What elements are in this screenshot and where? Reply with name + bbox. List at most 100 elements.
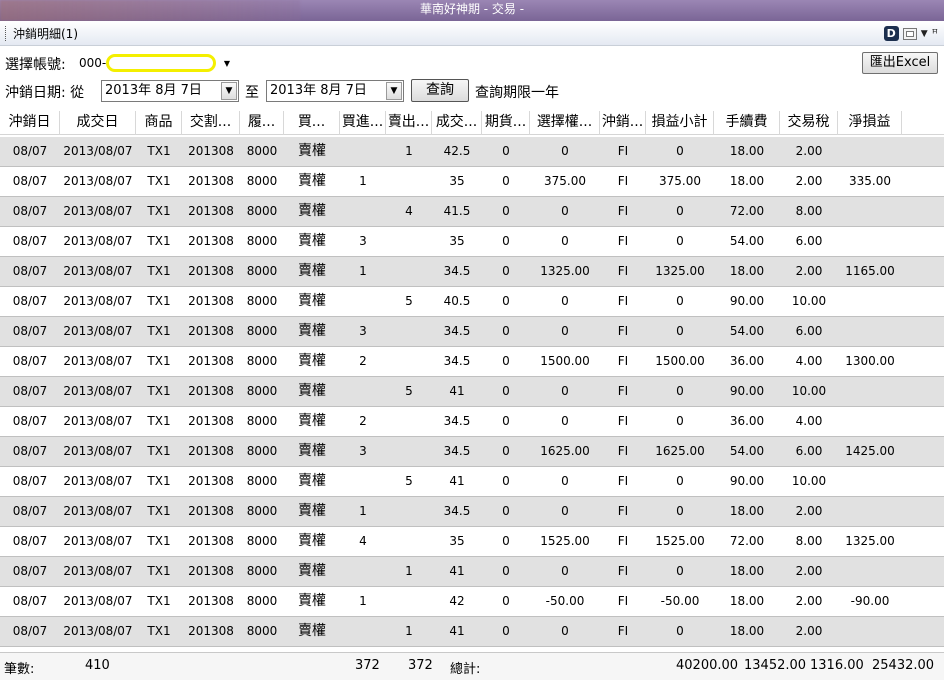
table-row[interactable]: 08/07 2013/08/07 TX1 201308 8000 賣權 3 35 0 0 FI 0 54…	[0, 227, 944, 257]
cell-futures-pnl: 0	[502, 174, 510, 188]
col-header-product[interactable]: 商品	[136, 111, 182, 135]
cell-put-call: 賣權	[298, 203, 326, 219]
cell-put-call: 賣權	[298, 533, 326, 549]
d-app-icon[interactable]: D	[883, 26, 899, 41]
cell-product: TX1	[147, 354, 171, 368]
col-header-trade-price[interactable]: 成交...	[432, 111, 482, 135]
pin-icon[interactable]: ꟸ	[932, 27, 938, 40]
cell-fee: 18.00	[729, 624, 765, 638]
col-header-option-pnl[interactable]: 選擇權...	[530, 111, 600, 135]
col-header-net-pnl[interactable]: 淨損益	[838, 111, 902, 135]
net-total: 25432.00	[872, 658, 935, 673]
table-row[interactable]: 08/07 2013/08/07 TX1 201308 8000 賣權 5 41 0 0 FI 0 90…	[0, 377, 944, 407]
table-row[interactable]: 08/07 2013/08/07 TX1 201308 8000 賣權 1 34.5 0 0 FI 0…	[0, 497, 944, 527]
cell-futures-pnl: 0	[502, 444, 510, 458]
col-header-pnl-subtotal[interactable]: 損益小計	[646, 111, 714, 135]
cell-buy-qty: 1	[359, 504, 367, 518]
cell-futures-pnl: 0	[502, 534, 510, 548]
cell-put-call: 賣權	[298, 293, 326, 309]
cell-option-pnl: 0	[561, 474, 569, 488]
date-to-picker[interactable]: 2013年 8月 7日 ▼	[266, 80, 404, 102]
table-row[interactable]: 08/07 2013/08/07 TX1 201308 8000 賣權 1 35 0 375.00…	[0, 167, 944, 197]
cell-settle-month: 201308	[188, 624, 234, 638]
cell-futures-pnl: 0	[502, 504, 510, 518]
cell-option-pnl: 0	[561, 234, 569, 248]
cell-tax: 6.00	[795, 234, 823, 248]
cell-trade-date: 2013/08/07	[63, 144, 133, 158]
col-header-sell-qty[interactable]: 賣出...	[386, 111, 432, 135]
table-row[interactable]: 08/07 2013/08/07 TX1 201308 8000 賣權 3 34.5 0 0 FI 0…	[0, 317, 944, 347]
table-row[interactable]: 08/07 2013/08/07 TX1 201308 8000 賣權 4 35 0 1525.0…	[0, 527, 944, 557]
col-header-settle-month[interactable]: 交割...	[182, 111, 240, 135]
cell-trade-date: 2013/08/07	[63, 534, 133, 548]
col-header-buy-qty[interactable]: 買進...	[340, 111, 386, 135]
col-header-trade-date[interactable]: 成交日	[60, 111, 136, 135]
table-row[interactable]: 08/07 2013/08/07 TX1 201308 8000 賣權 4 41.5 0 0 FI 0…	[0, 197, 944, 227]
cell-close-type: FI	[617, 324, 629, 338]
summary-footer: 筆數: 410 372 372 總計: 40200.00 13452.00 13…	[0, 652, 944, 680]
cell-sell-qty	[386, 407, 432, 436]
cell-strike: 8000	[246, 444, 278, 458]
col-header-tax[interactable]: 交易稅	[780, 111, 838, 135]
date-from-dropdown-icon[interactable]: ▼	[221, 82, 237, 100]
cell-tax: 4.00	[795, 354, 823, 368]
cell-trade-date: 2013/08/07	[63, 414, 133, 428]
cell-futures-pnl: 0	[502, 384, 510, 398]
cell-buy-qty: 1	[359, 174, 367, 188]
cell-close-date: 08/07	[12, 564, 48, 578]
cell-futures-pnl: 0	[502, 564, 510, 578]
cell-sell-qty	[386, 527, 432, 556]
cell-tax: 2.00	[795, 624, 823, 638]
cell-sell-qty	[386, 317, 432, 346]
table-row[interactable]: 08/07 2013/08/07 TX1 201308 8000 賣權 1 41 0 0 FI 0 18…	[0, 617, 944, 647]
cell-put-call: 賣權	[298, 233, 326, 249]
cell-product: TX1	[147, 624, 171, 638]
cell-net-pnl: 1300.00	[845, 354, 895, 368]
export-excel-button[interactable]: 匯出Excel	[862, 52, 938, 74]
cell-close-date: 08/07	[12, 384, 48, 398]
query-button[interactable]: 查詢	[411, 79, 469, 102]
col-header-put-call[interactable]: 買...	[284, 111, 340, 135]
cell-buy-qty	[340, 617, 386, 646]
table-row[interactable]: 08/07 2013/08/07 TX1 201308 8000 賣權 2 34.5 0 1500…	[0, 347, 944, 377]
table-row[interactable]: 08/07 2013/08/07 TX1 201308 8000 賣權 1 42.5 0 0 FI 0…	[0, 137, 944, 167]
cell-trade-price: 34.5	[443, 504, 471, 518]
cell-trade-date: 2013/08/07	[63, 294, 133, 308]
col-header-close-date[interactable]: 沖銷日	[0, 111, 60, 135]
query-note: 查詢期限一年	[475, 85, 559, 101]
cell-close-type: FI	[617, 474, 629, 488]
account-dropdown-icon[interactable]: ▼	[224, 53, 230, 74]
cell-fee: 36.00	[729, 354, 765, 368]
chevron-down-icon[interactable]: ▼	[921, 29, 928, 39]
date-from-picker[interactable]: 2013年 8月 7日 ▼	[101, 80, 239, 102]
table-row[interactable]: 08/07 2013/08/07 TX1 201308 8000 賣權 5 41 0 0 FI 0 90…	[0, 467, 944, 497]
cell-close-type: FI	[617, 594, 629, 608]
tax-total: 1316.00	[810, 658, 864, 673]
account-select[interactable]: 000- ▼	[76, 53, 232, 74]
cell-trade-price: 41	[449, 624, 465, 638]
cell-futures-pnl: 0	[502, 234, 510, 248]
account-value: 000-	[79, 56, 107, 70]
cell-tax: 2.00	[795, 174, 823, 188]
drag-grip-icon[interactable]	[5, 26, 8, 41]
col-header-close-type[interactable]: 沖銷...	[600, 111, 646, 135]
cell-strike: 8000	[246, 534, 278, 548]
cell-trade-price: 34.5	[443, 414, 471, 428]
cell-close-type: FI	[617, 564, 629, 578]
window-icon[interactable]	[902, 27, 917, 40]
cell-net-pnl	[838, 317, 902, 346]
cell-strike: 8000	[246, 264, 278, 278]
col-header-fee[interactable]: 手續費	[714, 111, 780, 135]
table-row[interactable]: 08/07 2013/08/07 TX1 201308 8000 賣權 3 34.5 0 1625…	[0, 437, 944, 467]
col-header-strike[interactable]: 履...	[240, 111, 284, 135]
cell-put-call: 賣權	[298, 173, 326, 189]
col-header-futures-pnl[interactable]: 期貨...	[482, 111, 530, 135]
cell-product: TX1	[147, 504, 171, 518]
cell-settle-month: 201308	[188, 294, 234, 308]
table-row[interactable]: 08/07 2013/08/07 TX1 201308 8000 賣權 2 34.5 0 0 FI 0…	[0, 407, 944, 437]
date-to-dropdown-icon[interactable]: ▼	[386, 82, 402, 100]
table-row[interactable]: 08/07 2013/08/07 TX1 201308 8000 賣權 1 34.5 0 1325…	[0, 257, 944, 287]
table-row[interactable]: 08/07 2013/08/07 TX1 201308 8000 賣權 5 40.5 0 0 FI 0…	[0, 287, 944, 317]
table-row[interactable]: 08/07 2013/08/07 TX1 201308 8000 賣權 1 42 0 -50.00…	[0, 587, 944, 617]
table-row[interactable]: 08/07 2013/08/07 TX1 201308 8000 賣權 1 41 0 0 FI 0 18…	[0, 557, 944, 587]
